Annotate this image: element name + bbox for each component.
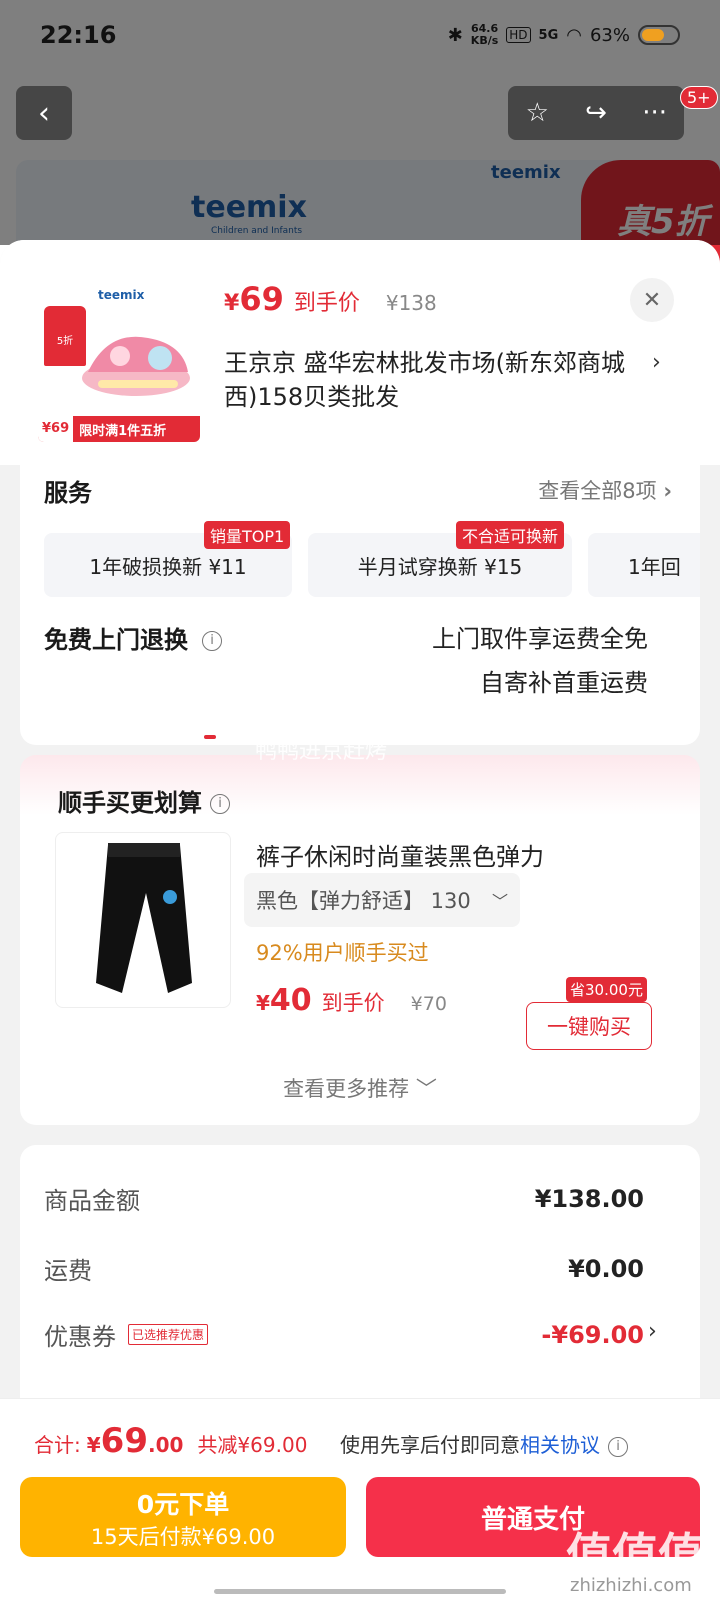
service-tag-top1-label: 销量TOP1 bbox=[204, 521, 291, 549]
service-options: 1年破损换新 ¥11 半月试穿换新 ¥15 1年回 bbox=[44, 533, 700, 597]
upsell-price-row: ¥40 到手价 ¥70 bbox=[256, 983, 447, 1018]
battery-icon bbox=[638, 25, 680, 45]
upsell-title: 顺手买更划算 i bbox=[58, 783, 230, 818]
favorite-star-icon[interactable]: ☆ bbox=[508, 98, 566, 128]
share-icon[interactable]: ↪ bbox=[567, 98, 625, 128]
goods-amount: ¥138.00 bbox=[534, 1184, 644, 1213]
battery-percent: 63% bbox=[589, 24, 630, 46]
top-actions: ☆ ↪ ··· bbox=[508, 86, 684, 140]
chevron-right-icon[interactable]: › bbox=[652, 350, 661, 375]
chevron-left-icon: ‹ bbox=[38, 95, 50, 131]
pants-image[interactable] bbox=[55, 832, 231, 1008]
free-return-detail: 上门取件享运费全免 自寄补首重运费 bbox=[432, 625, 648, 697]
save-amount-tag: 省30.00元 bbox=[566, 977, 647, 1002]
agreement-notice: 使用先享后付即同意相关协议 i bbox=[340, 1429, 628, 1458]
info-icon[interactable]: i bbox=[202, 631, 222, 651]
coupon-selected-tag: 已选推荐优惠 bbox=[128, 1324, 209, 1345]
upsell-sku-select[interactable]: 黑色【弹力舒适】 130 ﹀ bbox=[244, 873, 520, 927]
upsell-price: ¥40 bbox=[256, 983, 312, 1018]
product-price-row: ¥69 到手价 ¥138 bbox=[224, 280, 437, 318]
total-amount: ¥69.00 bbox=[86, 1421, 184, 1461]
service-tag-exchange: 不合适可换新 bbox=[456, 521, 565, 549]
pants-illustration bbox=[96, 843, 192, 993]
back-button[interactable]: ‹ bbox=[16, 86, 72, 140]
signal-icon: 5G bbox=[538, 27, 559, 43]
product-thumbnail: teemix 5折 ¥69 限时满1件五折 bbox=[38, 280, 200, 442]
sheet-header: teemix 5折 ¥69 限时满1件五折 ¥69 到手价 ¥138 ✕ 王京京… bbox=[0, 240, 720, 465]
checkout-bar: 合计: ¥69.00 共减¥69.00 使用先享后付即同意相关协议 i 0元下单 … bbox=[0, 1398, 720, 1600]
shipping-address[interactable]: 王京京 盛华宏林批发市场(新东郊商城西)158贝类批发 bbox=[224, 346, 644, 414]
sandal-image bbox=[82, 336, 190, 396]
one-click-buy-button[interactable]: 一键购买 bbox=[526, 1002, 652, 1050]
hd-icon: HD bbox=[506, 27, 531, 43]
total-label: 合计: bbox=[34, 1433, 81, 1457]
shipping-row: 运费 ¥0.00 bbox=[44, 1254, 644, 1286]
user-watermark: 鸭鸭进京赶烤 bbox=[255, 739, 388, 764]
agreement-link[interactable]: 相关协议 bbox=[520, 1433, 600, 1457]
see-more-recommendations[interactable]: 查看更多推荐 ﹀ bbox=[20, 1073, 700, 1103]
final-price-label: 到手价 bbox=[293, 291, 360, 316]
info-icon[interactable]: i bbox=[210, 794, 230, 814]
total-discount: 共减¥69.00 bbox=[197, 1433, 308, 1457]
order-summary-card: 商品金额 ¥138.00 运费 ¥0.00 优惠券 已选推荐优惠 -¥69.00… bbox=[20, 1145, 700, 1425]
checkout-sheet: teemix 5折 ¥69 限时满1件五折 ¥69 到手价 ¥138 ✕ 王京京… bbox=[0, 240, 720, 1600]
total-row: 合计: ¥69.00 共减¥69.00 bbox=[34, 1421, 307, 1461]
thumb-brand: teemix bbox=[98, 288, 145, 302]
chevron-right-icon[interactable]: › bbox=[648, 1319, 657, 1344]
upsell-original-price: ¥70 bbox=[410, 993, 447, 1015]
free-return-label: 免费上门退换 i bbox=[44, 620, 222, 655]
status-icons: ✱ 64.6 KB/s HD 5G ◠ 63% bbox=[448, 23, 680, 47]
pay-later-button[interactable]: 0元下单 15天后付款¥69.00 bbox=[20, 1477, 346, 1557]
service-option-partial[interactable]: 1年回 bbox=[588, 533, 700, 597]
chevron-down-icon: ﹀ bbox=[415, 1077, 437, 1101]
close-button[interactable]: ✕ bbox=[630, 278, 674, 322]
status-time: 22:16 bbox=[40, 21, 117, 49]
original-price: ¥138 bbox=[385, 291, 437, 315]
upsell-bought-rate: 92%用户顺手买过 bbox=[256, 941, 429, 965]
goods-amount-row: 商品金额 ¥138.00 bbox=[44, 1184, 644, 1216]
service-view-all[interactable]: 查看全部8项 › bbox=[538, 475, 672, 505]
site-watermark-url: zhizhizhi.com bbox=[570, 1575, 692, 1596]
upsell-price-label: 到手价 bbox=[321, 991, 385, 1015]
chevron-right-icon: › bbox=[663, 479, 672, 503]
service-tag-top1 bbox=[204, 735, 216, 739]
coupon-amount: -¥69.00 bbox=[541, 1320, 644, 1349]
info-icon[interactable]: i bbox=[608, 1436, 628, 1457]
coupon-row[interactable]: 优惠券 已选推荐优惠 -¥69.00 bbox=[44, 1317, 644, 1352]
shipping-amount: ¥0.00 bbox=[568, 1254, 644, 1283]
upsell-card: 鸭鸭进京赶烤 顺手买更划算 i 裤子休闲时尚童装黑色弹力 黑色【弹力舒适】 130… bbox=[20, 739, 700, 1125]
more-icon[interactable]: ··· bbox=[626, 98, 684, 128]
message-badge: 5+ bbox=[680, 86, 718, 109]
thumb-price-strip: ¥69 限时满1件五折 bbox=[38, 416, 200, 442]
service-card: 服务 查看全部8项 › 1年破损换新 ¥11 半月试穿换新 ¥15 1年回 销量… bbox=[20, 465, 700, 745]
net-speed: 64.6 KB/s bbox=[470, 22, 499, 47]
upsell-product-name[interactable]: 裤子休闲时尚童装黑色弹力 bbox=[256, 837, 544, 872]
chevron-down-icon: ﹀ bbox=[491, 892, 508, 911]
wifi-icon: ◠ bbox=[566, 24, 582, 46]
service-title: 服务 bbox=[44, 479, 92, 507]
close-icon: ✕ bbox=[642, 287, 662, 313]
home-indicator[interactable] bbox=[214, 1589, 506, 1594]
bluetooth-icon: ✱ bbox=[447, 24, 463, 46]
final-price: ¥69 bbox=[224, 280, 284, 318]
status-bar: 22:16 ✱ 64.6 KB/s HD 5G ◠ 63% bbox=[0, 0, 720, 70]
